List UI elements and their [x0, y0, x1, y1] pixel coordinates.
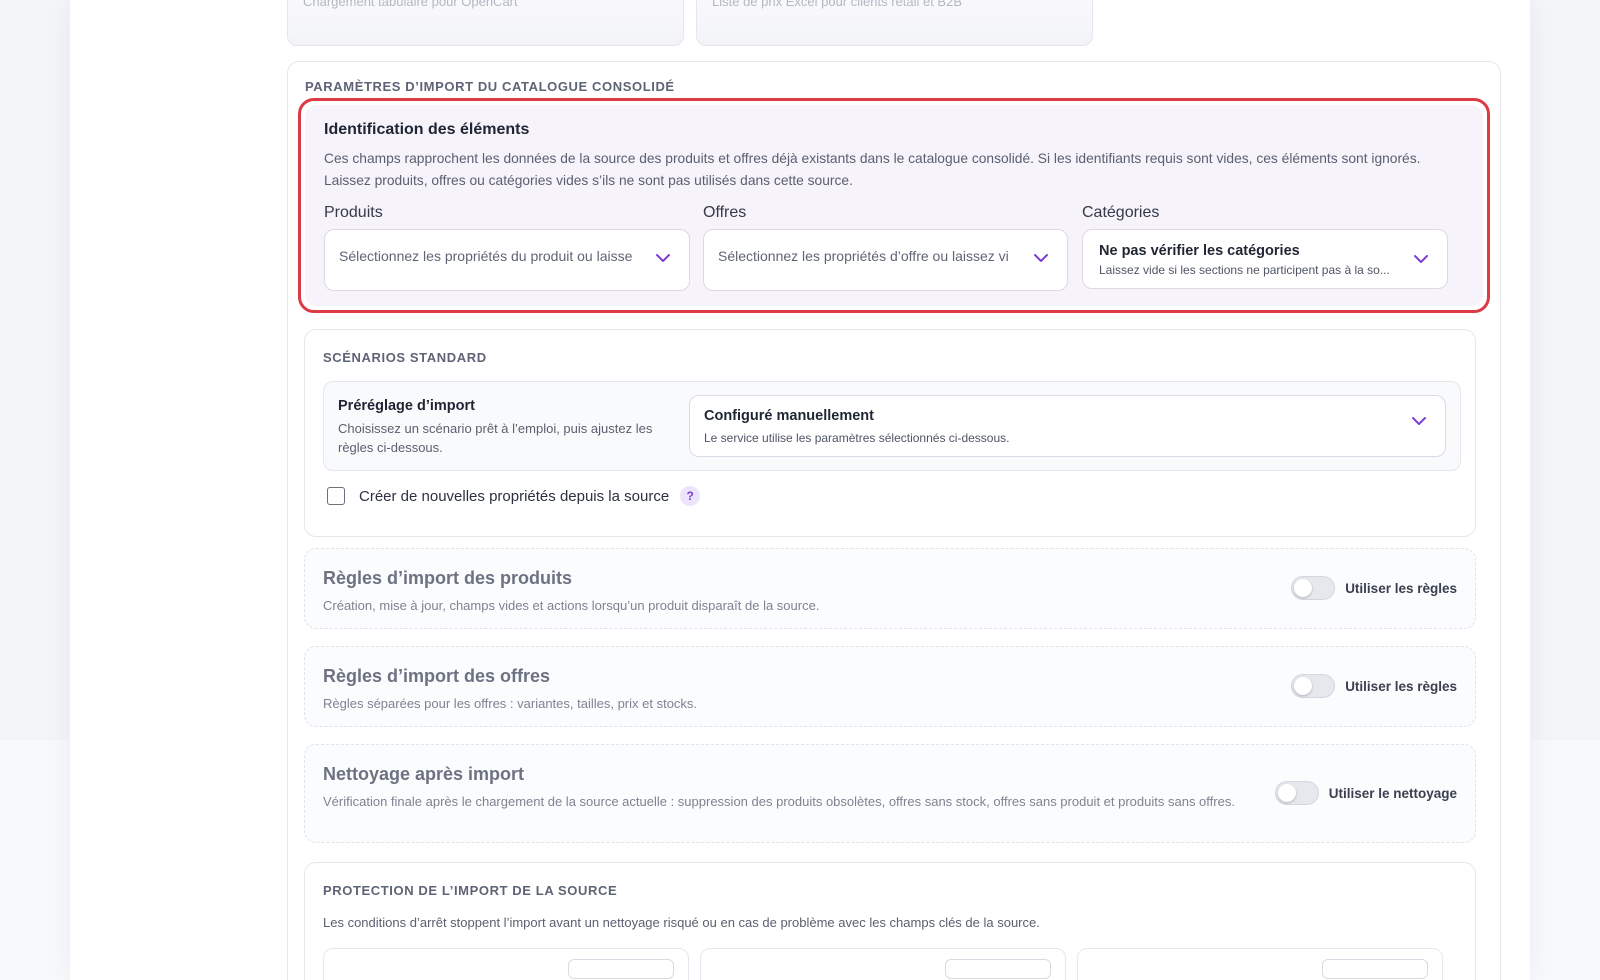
protection-input[interactable] [1322, 959, 1428, 979]
product-rules-card: Règles d’import des produits Création, m… [304, 548, 1476, 629]
preset-description: Choisissez un scénario prêt à l’emploi, … [338, 421, 653, 455]
identification-title: Identification des éléments [324, 121, 530, 138]
toggle-label: Utiliser les règles [1345, 580, 1457, 596]
protection-card [323, 948, 689, 980]
source-card-description: Chargement tabulaire pour OpenCart [303, 0, 518, 9]
help-icon[interactable]: ? [680, 486, 701, 506]
standard-scenarios-section: SCÉNARIOS STANDARD Préréglage d’import C… [304, 329, 1476, 537]
rule-title: Règles d’import des offres [323, 666, 551, 686]
source-card-excel[interactable]: Liste de prix Excel pour clients retail … [696, 0, 1093, 46]
scenarios-title: SCÉNARIOS STANDARD [323, 350, 487, 365]
products-placeholder: Sélectionnez les propriétés du produit o… [339, 248, 633, 264]
rule-description: Création, mise à jour, champs vides et a… [323, 598, 820, 613]
preset-hint: Le service utilise les paramètres sélect… [704, 431, 1010, 445]
categories-hint: Laissez vide si les sections ne particip… [1099, 263, 1390, 277]
protection-card [700, 948, 1066, 980]
toggle-label: Utiliser le nettoyage [1328, 785, 1457, 801]
cleanup-toggle[interactable] [1274, 781, 1319, 805]
protection-input[interactable] [568, 959, 674, 979]
products-label: Produits [324, 204, 383, 221]
chevron-down-icon [1034, 254, 1048, 262]
import-preset-card: Préréglage d’import Choisissez un scénar… [323, 381, 1461, 471]
create-properties-label[interactable]: Créer de nouvelles propriétés depuis la … [359, 488, 669, 505]
page: Chargement tabulaire pour OpenCart Liste… [70, 0, 1530, 980]
categories-value: Ne pas vérifier les catégories [1099, 243, 1300, 259]
categories-select[interactable]: Ne pas vérifier les catégories Laissez v… [1082, 229, 1448, 289]
rule-title: Nettoyage après import [323, 764, 525, 784]
identification-description: Ces champs rapprochent les données de la… [324, 151, 1421, 188]
chevron-down-icon [1414, 255, 1428, 263]
panel-title: PARAMÈTRES D’IMPORT DU CATALOGUE CONSOLI… [305, 79, 675, 94]
rule-description: Vérification finale après le chargement … [323, 794, 1235, 809]
toggle-label: Utiliser les règles [1345, 678, 1457, 694]
product-rules-toggle[interactable] [1291, 576, 1336, 600]
cleanup-card: Nettoyage après import Vérification fina… [304, 744, 1476, 843]
chevron-down-icon [656, 254, 670, 262]
create-properties-checkbox[interactable] [327, 487, 345, 505]
preset-value: Configuré manuellement [704, 408, 874, 424]
source-card-opencart[interactable]: Chargement tabulaire pour OpenCart [287, 0, 684, 46]
rule-description: Règles séparées pour les offres : varian… [323, 696, 698, 711]
protection-description: Les conditions d’arrêt stoppent l’import… [323, 915, 1040, 930]
identification-block: Identification des éléments Ces champs r… [298, 98, 1490, 313]
chevron-down-icon [1412, 417, 1426, 425]
products-select[interactable]: Sélectionnez les propriétés du produit o… [324, 229, 690, 291]
rule-title: Règles d’import des produits [323, 568, 573, 588]
offer-rules-toggle[interactable] [1291, 674, 1336, 698]
cleanup-toggle-group: Utiliser le nettoyage [1274, 781, 1457, 805]
protection-card [1077, 948, 1443, 980]
offer-rules-toggle-group: Utiliser les règles [1291, 674, 1457, 698]
categories-label: Catégories [1082, 204, 1160, 221]
source-card-description: Liste de prix Excel pour clients retail … [712, 0, 963, 9]
offer-rules-card: Règles d’import des offres Règles séparé… [304, 646, 1476, 727]
preset-title: Préréglage d’import [338, 398, 475, 414]
offers-placeholder: Sélectionnez les propriétés d’offre ou l… [718, 248, 1009, 264]
source-protection-section: PROTECTION DE L’IMPORT DE LA SOURCE Les … [304, 862, 1476, 980]
offers-label: Offres [703, 204, 747, 221]
protection-input[interactable] [945, 959, 1051, 979]
preset-select[interactable]: Configuré manuellement Le service utilis… [689, 395, 1446, 457]
protection-title: PROTECTION DE L’IMPORT DE LA SOURCE [323, 883, 618, 898]
product-rules-toggle-group: Utiliser les règles [1291, 576, 1457, 600]
create-properties-row: Créer de nouvelles propriétés depuis la … [327, 486, 701, 506]
offers-select[interactable]: Sélectionnez les propriétés d’offre ou l… [703, 229, 1068, 291]
import-settings-panel: PARAMÈTRES D’IMPORT DU CATALOGUE CONSOLI… [287, 61, 1501, 980]
